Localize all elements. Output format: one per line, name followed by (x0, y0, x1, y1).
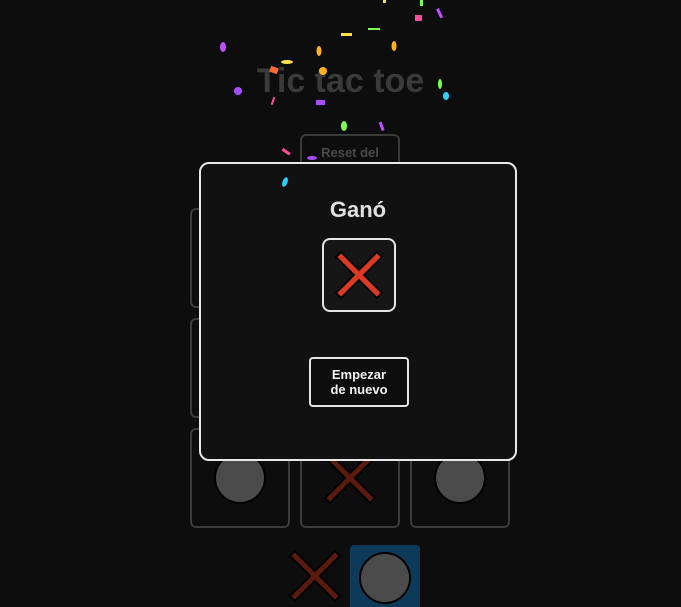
new-game-button[interactable]: Empezar de nuevo (309, 357, 409, 407)
confetti-piece (415, 15, 422, 21)
winner-title: Ganó (329, 197, 387, 222)
turn-indicator-x (280, 545, 350, 607)
confetti-piece (391, 41, 397, 51)
confetti-piece (383, 0, 386, 3)
x-winner-icon (334, 250, 384, 300)
new-game-label-1: Empezar (331, 367, 387, 382)
confetti-piece (378, 121, 385, 132)
confetti-piece (341, 121, 347, 131)
o-turn-icon (359, 552, 411, 604)
x-turn-icon (288, 549, 342, 603)
confetti-piece (341, 33, 352, 36)
confetti-piece (281, 147, 291, 156)
confetti-piece (368, 28, 380, 30)
new-game-label-2: de nuevo (330, 382, 388, 397)
winner-modal: Ganó Empezar de nuevo (199, 162, 517, 461)
confetti-piece (420, 0, 423, 6)
game-title: Tic tac toe (256, 62, 425, 100)
confetti-piece (436, 8, 444, 19)
winner-mark-box (322, 238, 396, 312)
confetti-piece (220, 42, 226, 52)
confetti-piece (316, 46, 322, 56)
turn-indicator-o (350, 545, 420, 607)
